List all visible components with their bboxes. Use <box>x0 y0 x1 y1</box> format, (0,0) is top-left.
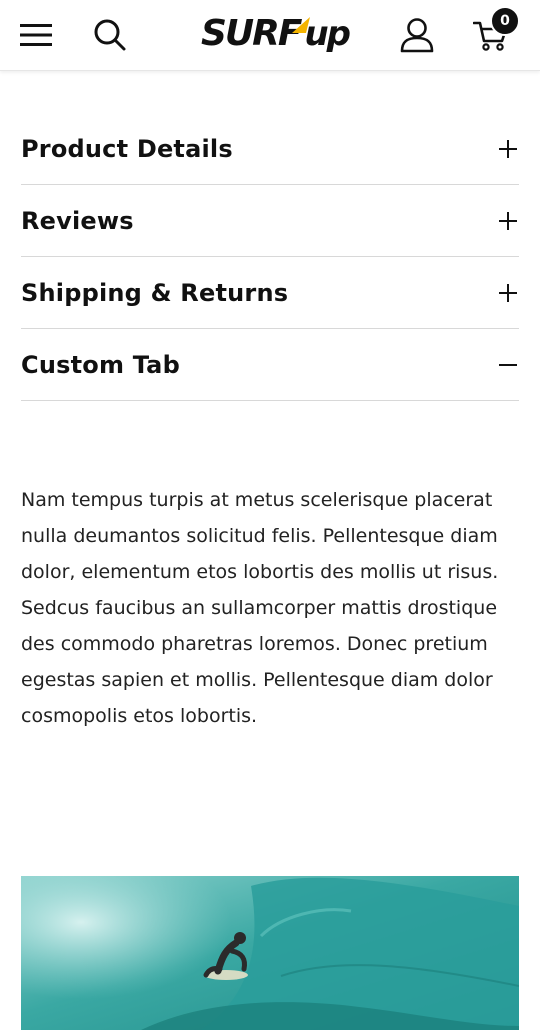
site-header: SURF up 0 <box>0 0 540 71</box>
plus-icon[interactable] <box>497 282 519 304</box>
search-icon[interactable] <box>85 10 135 60</box>
accordion-item-custom-tab[interactable]: Custom Tab <box>21 329 519 401</box>
accordion-title: Custom Tab <box>21 350 180 379</box>
accordion-title: Reviews <box>21 206 134 235</box>
logo-text: SURF up <box>200 12 351 54</box>
accordion-item-reviews[interactable]: Reviews <box>21 185 519 257</box>
site-logo[interactable]: SURF up <box>190 8 360 58</box>
accordion-title: Product Details <box>21 134 233 163</box>
custom-tab-content: Nam tempus turpis at metus scelerisque p… <box>21 489 499 727</box>
plus-icon[interactable] <box>497 138 519 160</box>
cart-count-badge: 0 <box>490 6 520 36</box>
cart-icon[interactable]: 0 <box>466 6 520 60</box>
plus-icon[interactable] <box>497 210 519 232</box>
hamburger-menu-icon[interactable] <box>12 10 62 60</box>
logo-fin-icon <box>292 17 310 33</box>
accordion-title: Shipping & Returns <box>21 278 289 307</box>
accordion-item-shipping-returns[interactable]: Shipping & Returns <box>21 257 519 329</box>
minus-icon[interactable] <box>497 354 519 376</box>
surfer-wave-image <box>21 876 519 1030</box>
user-icon[interactable] <box>392 10 442 60</box>
product-accordion: Product Details Reviews Shipping & Retur… <box>21 113 519 401</box>
accordion-item-product-details[interactable]: Product Details <box>21 113 519 185</box>
